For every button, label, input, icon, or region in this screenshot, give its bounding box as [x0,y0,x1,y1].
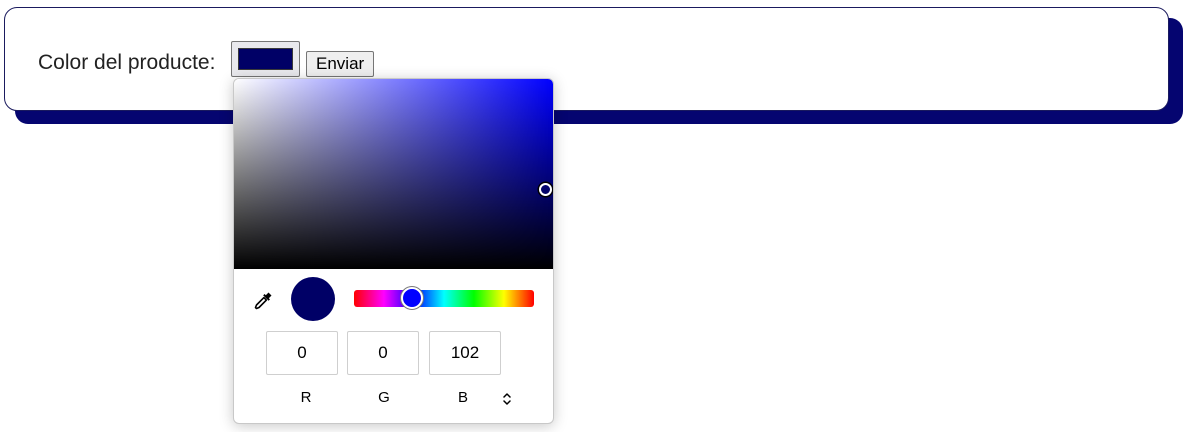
color-picker-popup: 0 0 102 R G B [233,78,554,424]
color-input[interactable] [231,41,300,77]
color-preview-swatch [291,277,335,321]
blue-channel-input[interactable]: 102 [429,331,501,375]
color-field-label: Color del producte: [38,51,216,74]
saturation-value-area[interactable] [234,79,553,269]
submit-button[interactable]: Enviar [306,51,375,77]
hue-slider[interactable] [354,290,534,307]
red-channel-label: R [300,389,312,406]
blue-channel-label: B [457,389,468,406]
format-toggle-icon[interactable] [500,391,514,407]
green-channel-label: G [378,389,390,406]
saturation-value-handle[interactable] [539,183,552,196]
color-input-swatch [238,48,293,70]
hue-slider-thumb[interactable] [401,287,423,309]
red-channel-input[interactable]: 0 [266,331,338,375]
eyedropper-icon[interactable] [251,289,275,313]
green-channel-input[interactable]: 0 [347,331,419,375]
